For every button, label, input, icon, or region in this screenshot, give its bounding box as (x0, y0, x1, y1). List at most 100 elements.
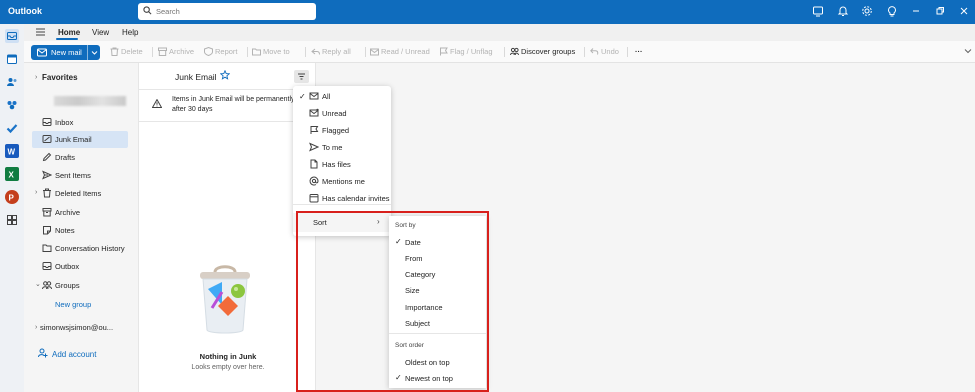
chevron-right-icon[interactable]: › (35, 324, 37, 331)
outbox-icon (42, 261, 52, 271)
sort-order-header: Sort order (395, 342, 424, 349)
sort-option-label: Newest on top (405, 374, 453, 383)
sort-oldest-on-top[interactable]: Oldest on top (389, 354, 486, 370)
sort-option-label: Subject (405, 319, 431, 328)
hamburger-icon[interactable] (36, 28, 45, 36)
search-box[interactable] (138, 3, 316, 20)
discover-groups-button[interactable]: Discover groups (510, 47, 575, 56)
folder-sent-items[interactable]: Sent Items (32, 167, 128, 184)
filter-unread[interactable]: Unread (293, 105, 391, 122)
folder-notes[interactable]: Notes (32, 222, 128, 239)
sort-by-from[interactable]: From (389, 250, 486, 266)
move-to-button[interactable]: Move to (252, 47, 290, 56)
folder-conversation-history[interactable]: Conversation History (32, 240, 128, 257)
more-apps-icon[interactable] (5, 213, 19, 227)
sort-by-size[interactable]: Size (389, 282, 486, 298)
add-account-label: Add account (52, 350, 97, 359)
new-mail-button[interactable]: New mail (31, 45, 100, 60)
sort-by-category[interactable]: Category (389, 266, 486, 282)
star-icon[interactable] (219, 69, 231, 82)
sort-option-label: Importance (405, 303, 443, 312)
archive-icon (42, 207, 52, 217)
flag-unflag-label: Flag / Unflag (450, 47, 493, 56)
filter-flagged[interactable]: Flagged (293, 122, 391, 139)
excel-app-icon[interactable]: X (5, 167, 19, 181)
chevron-right-icon[interactable]: › (35, 74, 37, 81)
more-options-button[interactable]: ··· (635, 47, 643, 56)
sort-by-header: Sort by (395, 222, 416, 229)
folder-deleted-items[interactable]: › Deleted Items (32, 185, 128, 202)
sort-by-subject[interactable]: Subject (389, 315, 486, 331)
filter-menu: ✓ All Unread Flagged To me Has files Men… (293, 86, 391, 236)
bell-icon[interactable] (837, 5, 851, 19)
new-group-link[interactable]: New group (55, 300, 91, 309)
ribbon-tabs: Home View Help (24, 24, 975, 41)
tab-view[interactable]: View (92, 28, 109, 37)
menu-divider (293, 204, 391, 205)
restore-icon[interactable] (934, 5, 948, 19)
powerpoint-app-icon[interactable]: P (5, 190, 19, 204)
filter-button[interactable] (294, 70, 309, 83)
filter-label: Unread (322, 109, 347, 118)
word-app-icon[interactable]: W (5, 144, 19, 158)
app-title[interactable]: Outlook (8, 6, 42, 16)
new-mail-dropdown[interactable] (87, 45, 100, 60)
add-account-button[interactable]: Add account (38, 348, 96, 359)
filter-mentions-me[interactable]: Mentions me (293, 173, 391, 190)
read-unread-button[interactable]: Read / Unread (370, 47, 430, 56)
sort-by-date[interactable]: ✓ Date (389, 234, 486, 250)
folder-icon (42, 243, 52, 253)
filter-to-me[interactable]: To me (293, 139, 391, 156)
tab-home[interactable]: Home (58, 28, 80, 37)
folder-archive[interactable]: Archive (32, 204, 128, 221)
ribbon-collapse-icon[interactable] (964, 46, 974, 55)
flag-unflag-button[interactable]: Flag / Unflag (439, 47, 493, 56)
delete-button[interactable]: Delete (110, 47, 143, 56)
favorites-header[interactable]: Favorites (42, 73, 78, 82)
folder-pane: › Favorites Inbox Junk Email Drafts Sent… (24, 63, 138, 392)
todo-app-icon[interactable] (5, 121, 19, 135)
junk-icon (42, 134, 52, 144)
people-app-icon[interactable] (5, 75, 19, 89)
lightbulb-icon[interactable] (886, 5, 900, 19)
search-input[interactable] (156, 5, 310, 18)
chevron-right-icon[interactable]: › (35, 189, 37, 196)
meet-now-icon[interactable] (812, 5, 826, 19)
pencil-icon (42, 152, 52, 162)
top-bar: Outlook (0, 0, 975, 24)
folder-label: Drafts (55, 153, 76, 162)
minimize-icon[interactable] (910, 5, 924, 19)
checkmark-icon: ✓ (395, 373, 402, 382)
chevron-down-icon[interactable]: ⌄ (35, 280, 41, 288)
divider (584, 47, 585, 57)
archive-button[interactable]: Archive (158, 47, 194, 56)
folder-label: Deleted Items (55, 189, 102, 198)
tab-help[interactable]: Help (122, 28, 138, 37)
svg-text:W: W (8, 148, 16, 157)
sort-newest-on-top[interactable]: ✓ Newest on top (389, 370, 486, 386)
svg-text:X: X (9, 171, 15, 180)
folder-inbox[interactable]: Inbox (32, 114, 128, 131)
close-icon[interactable] (958, 5, 972, 19)
gear-icon[interactable] (861, 5, 875, 19)
sort-menu-item[interactable]: Sort › (293, 213, 391, 232)
folder-drafts[interactable]: Drafts (32, 149, 128, 166)
folder-junk-email[interactable]: Junk Email (32, 131, 128, 148)
discover-groups-label: Discover groups (521, 47, 576, 56)
calendar-app-icon[interactable] (5, 52, 19, 66)
mail-app-icon[interactable] (5, 29, 19, 43)
redacted-account-name (54, 96, 126, 106)
report-button[interactable]: Report (204, 46, 238, 57)
groups-app-icon[interactable] (5, 98, 19, 112)
folder-groups[interactable]: ⌄ Groups (32, 277, 128, 294)
attachment-icon (309, 159, 319, 169)
folder-label: Conversation History (55, 244, 125, 253)
sort-by-importance[interactable]: Importance (389, 299, 486, 315)
reply-all-button[interactable]: Reply all (311, 47, 351, 56)
folder-outbox[interactable]: Outbox (32, 258, 128, 275)
filter-has-files[interactable]: Has files (293, 156, 391, 173)
account-name[interactable]: simonwsjsimon@ou... (40, 323, 113, 332)
undo-button[interactable]: Undo (590, 47, 619, 56)
filter-all[interactable]: ✓ All (293, 88, 391, 105)
empty-bin-illustration (200, 265, 250, 334)
